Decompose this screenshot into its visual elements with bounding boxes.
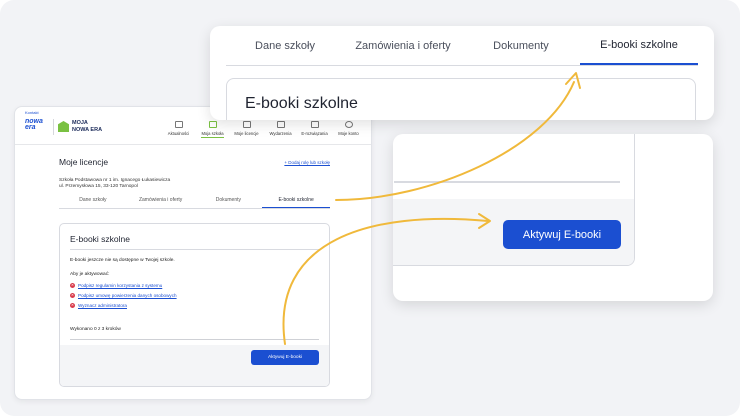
error-icon: ✕: [70, 283, 75, 288]
contact-link[interactable]: Kontakt: [25, 110, 39, 115]
requirement-link-data-agreement[interactable]: Podpisz umowę powierzenia danych osobowy…: [78, 293, 177, 298]
nav-label: E-rozwiązania: [301, 131, 328, 136]
progress-bar: [70, 339, 319, 340]
steps-progress-text: Wykonano 0 z 3 kroków: [70, 327, 121, 332]
tab-school-data[interactable]: Dane szkoły: [59, 197, 127, 208]
nav-label: Moja szkoła: [201, 131, 224, 138]
activation-prompt: Aby je aktywować:: [70, 272, 110, 277]
tab-orders[interactable]: Zamówienia i oferty: [127, 197, 195, 208]
requirement-item: ✕ Podpisz umowę powierzenia danych osobow…: [70, 293, 177, 298]
nowa-era-logo[interactable]: nowa era: [25, 118, 43, 131]
news-icon: [174, 121, 183, 128]
zoom-progress-bar: [394, 181, 620, 183]
logo-text: MOJA NOWA ERA: [72, 120, 102, 133]
zoom-card-title: E-booki szkolne: [245, 95, 358, 112]
school-address: Szkoła Podstawowa nr 1 im. Ignacego Łuka…: [59, 178, 330, 190]
nav-item-e-solutions[interactable]: E-rozwiązania: [300, 121, 329, 138]
nav-item-my-school[interactable]: Moja szkoła: [198, 121, 227, 138]
zoom-tab-documents[interactable]: Dokumenty: [462, 26, 580, 65]
logo-divider: [53, 119, 54, 135]
school-icon: [208, 121, 217, 128]
zoom-callout-button: Aktywuj E-booki: [393, 134, 713, 301]
nav-label: Moje konto: [338, 131, 359, 136]
nav-item-my-licenses[interactable]: Moje licencje: [232, 121, 261, 138]
requirement-link-admin[interactable]: Wyznacz administratora: [78, 303, 127, 308]
nav-item-events[interactable]: Wydarzenia: [266, 121, 295, 138]
nav-item-my-account[interactable]: Moje konto: [334, 121, 363, 138]
school-street: ul. Przemysłowa 15, 33-120 Tarnopol: [59, 184, 138, 189]
house-icon: [58, 121, 69, 132]
calendar-icon: [276, 121, 285, 128]
error-icon: ✕: [70, 303, 75, 308]
tab-bar: Dane szkoły Zamówienia i oferty Dokument…: [59, 197, 330, 209]
zoom-callout-tabs: Dane szkoły Zamówienia i oferty Dokument…: [210, 26, 714, 120]
app-window: Kontakt nowa era MOJA NOWA ERA Aktualnoś…: [14, 106, 372, 400]
requirement-link-terms[interactable]: Podpisz regulamin korzystania z systemu: [78, 283, 162, 288]
add-role-link[interactable]: + Dodaj rolę lub szkołę: [284, 160, 330, 165]
user-icon: [344, 121, 353, 128]
zoom-tab-ebooks[interactable]: E-booki szkolne: [580, 26, 698, 65]
zoom-card: E-booki szkolne: [226, 78, 696, 120]
zoom-activate-ebooks-button[interactable]: Aktywuj E-booki: [503, 220, 621, 249]
activate-ebooks-button[interactable]: Aktywuj E-booki: [251, 350, 319, 365]
logo-name-line-2: NOWA ERA: [72, 126, 103, 133]
main-menu: Aktualności Moja szkoła Moje licencje Wy…: [164, 121, 363, 138]
tab-ebooks[interactable]: E-booki szkolne: [262, 197, 330, 208]
requirement-item: ✕ Wyznacz administratora: [70, 303, 127, 308]
divider: [70, 249, 319, 250]
license-icon: [242, 121, 251, 128]
zoom-tab-bar: Dane szkoły Zamówienia i oferty Dokument…: [226, 26, 698, 66]
nav-label: Wydarzenia: [269, 131, 292, 136]
zoom-tab-orders[interactable]: Zamówienia i oferty: [344, 26, 462, 65]
main-content: Moje licencje + Dodaj rolę lub szkołę Sz…: [59, 157, 330, 387]
zoom-tab-school-data[interactable]: Dane szkoły: [226, 26, 344, 65]
requirement-item: ✕ Podpisz regulamin korzystania z systemu: [70, 283, 162, 288]
grid-icon: [310, 121, 319, 128]
nav-item-news[interactable]: Aktualności: [164, 121, 193, 138]
nav-label: Moje licencje: [234, 131, 259, 136]
ebooks-card: E-booki szkolne E-booki jeszcze nie są d…: [59, 223, 330, 387]
tab-documents[interactable]: Dokumenty: [195, 197, 263, 208]
error-icon: ✕: [70, 293, 75, 298]
logo-line-2: era: [25, 124, 36, 131]
card-title: E-booki szkolne: [70, 234, 131, 244]
nav-label: Aktualności: [167, 131, 190, 136]
illustration-canvas: Kontakt nowa era MOJA NOWA ERA Aktualnoś…: [0, 0, 740, 416]
availability-info: E-booki jeszcze nie są dostępne w Twojej…: [70, 258, 175, 263]
